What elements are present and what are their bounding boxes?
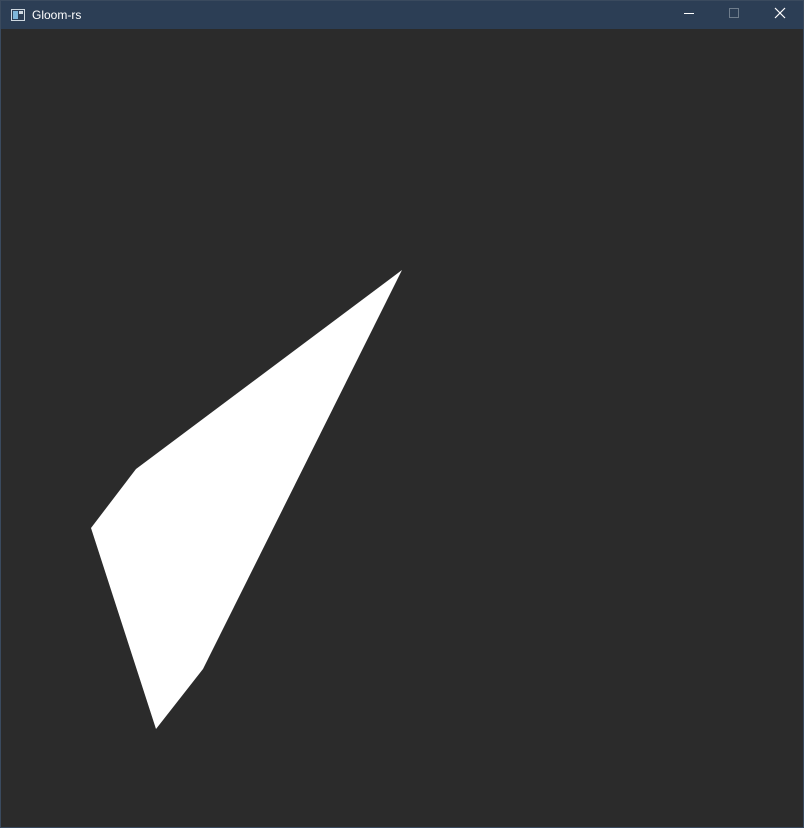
minimize-icon (683, 6, 695, 24)
close-button[interactable] (757, 1, 803, 29)
maximize-icon (728, 6, 740, 24)
render-canvas[interactable] (2, 30, 802, 827)
close-icon (774, 6, 786, 24)
render-surface (91, 270, 402, 729)
window-title: Gloom-rs (32, 8, 82, 22)
minimize-button[interactable] (666, 1, 712, 29)
title-bar[interactable]: Gloom-rs (1, 1, 803, 29)
application-window: Gloom-rs (0, 0, 804, 828)
rendered-polygon (91, 270, 402, 729)
window-app-icon[interactable] (11, 8, 25, 21)
maximize-button[interactable] (711, 1, 757, 29)
